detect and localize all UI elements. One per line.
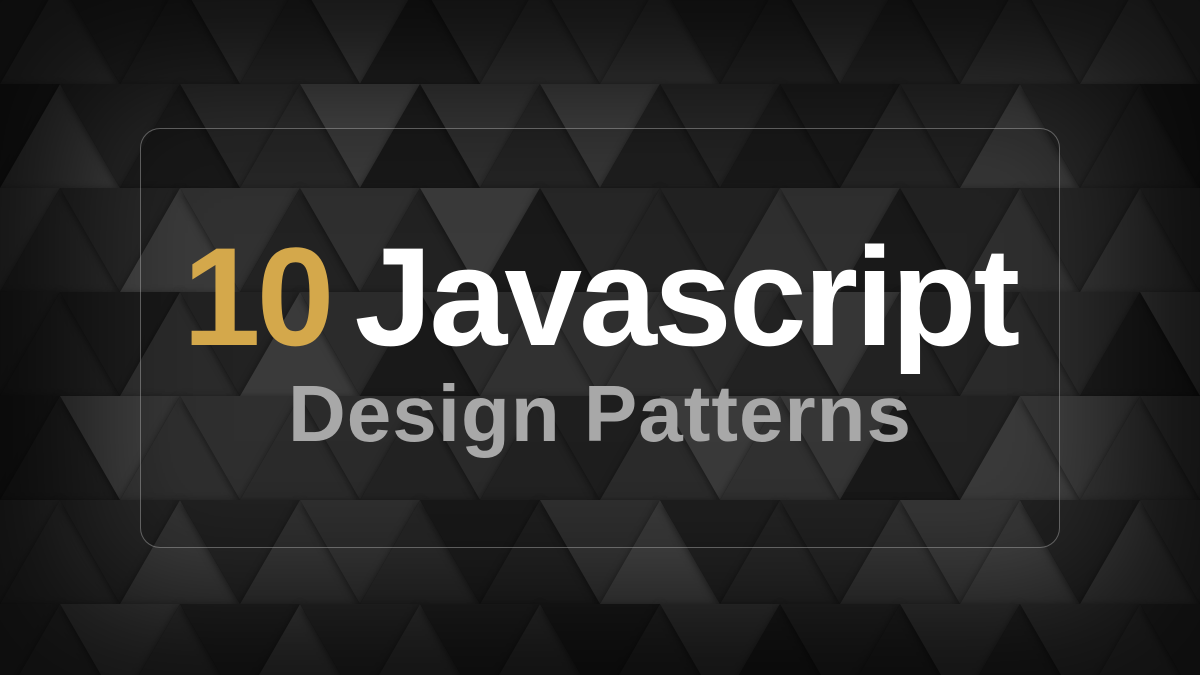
title-number: 10 — [183, 216, 331, 378]
title-line: 10 Javascript — [183, 216, 1017, 378]
title-frame: 10 Javascript Design Patterns — [140, 128, 1060, 548]
title-subtitle: Design Patterns — [288, 368, 912, 460]
title-main-word: Javascript — [355, 216, 1018, 378]
